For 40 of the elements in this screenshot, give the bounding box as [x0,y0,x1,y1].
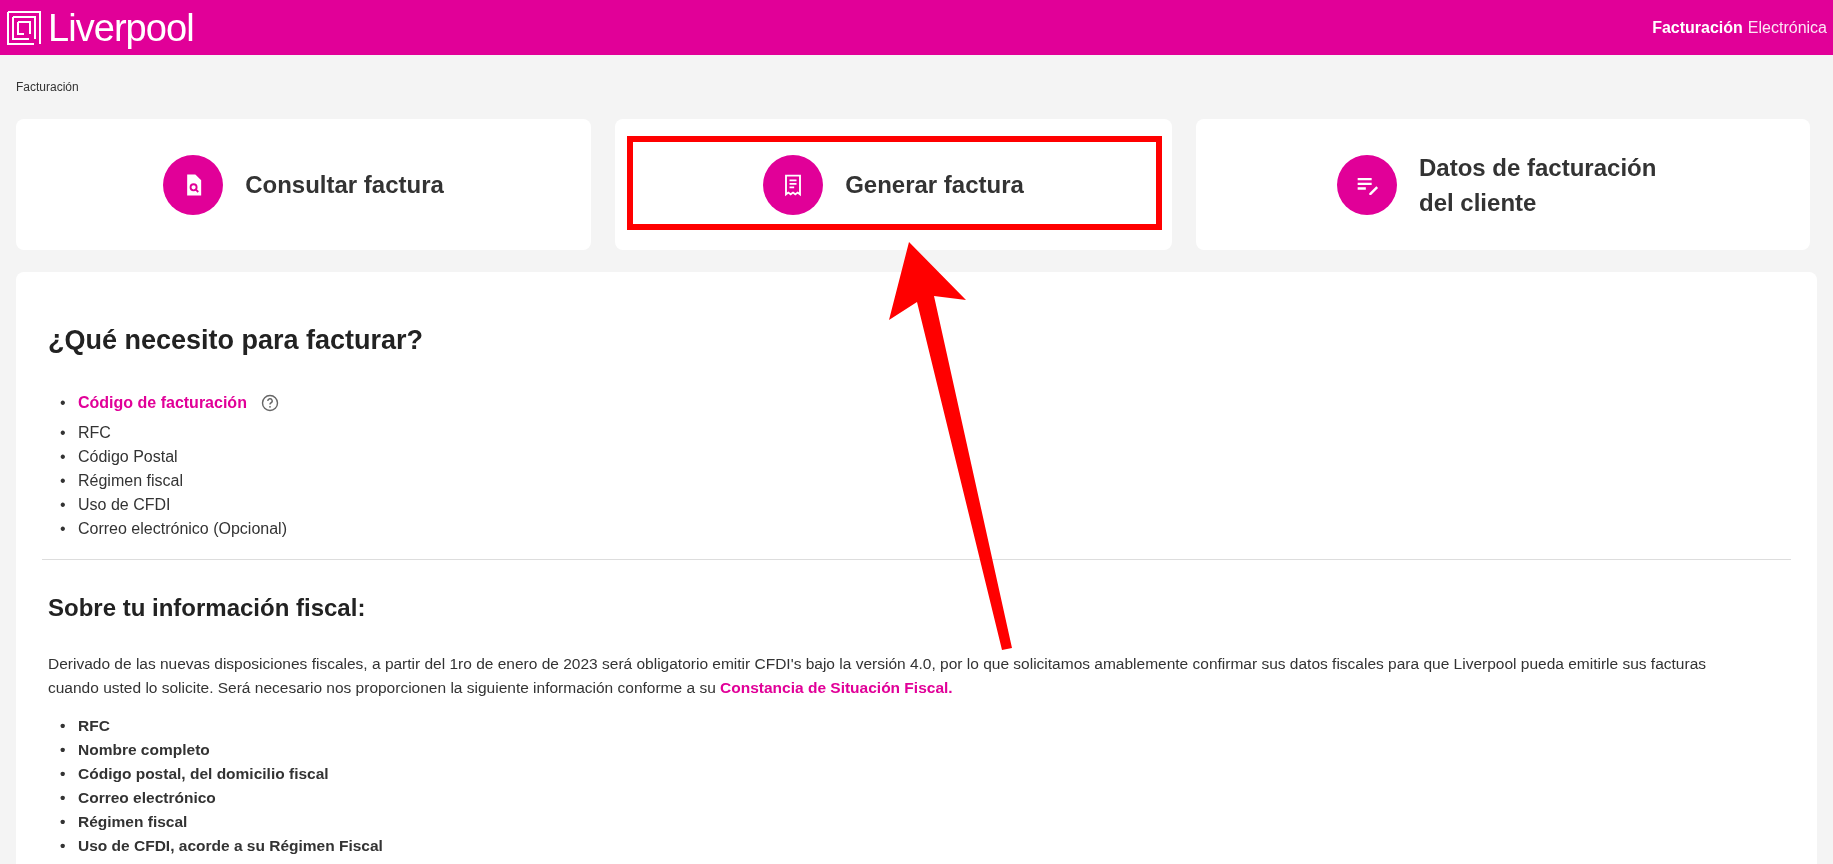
list-item: Uso de CFDI, acorde a su Régimen Fiscal [78,835,383,856]
bullet: • [60,392,67,413]
list-item: Código Postal [78,446,178,467]
bullet: • [60,787,67,808]
list-item: RFC [78,715,110,736]
list-item: Nombre completo [78,739,210,760]
link[interactable]: Código de facturación [78,390,247,415]
list-item: RFC [78,422,111,443]
bullet: • [60,763,67,784]
bullet: • [60,446,67,467]
section-heading: Sobre tu información fiscal: [48,592,367,623]
help-icon[interactable] [260,393,279,412]
bullet: • [60,422,67,443]
option-card[interactable]: Consultar factura [16,119,591,250]
list-item: Código postal, del domicilio fiscal [78,763,329,784]
option-card[interactable]: Generar factura [615,119,1172,250]
bullet: • [60,715,67,736]
section-heading: ¿Qué necesito para facturar? [48,324,425,357]
bullet: • [60,835,67,856]
card-label: Datos de facturación del cliente [1419,152,1658,218]
option-card[interactable]: Datos de facturación del cliente [1196,119,1810,250]
bullet: • [60,494,67,515]
logo-text: Liverpool [48,8,194,47]
list-item: Uso de CFDI [78,494,171,515]
bullet: • [60,470,67,491]
logo-icon [6,9,42,46]
breadcrumb[interactable]: Facturación [16,55,1817,119]
list-item: Correo electrónico (Opcional) [78,518,287,539]
link[interactable]: Constancia de Situación Fiscal. [720,678,953,696]
bullet: • [60,518,67,539]
header-subtitle: Electrónica [1747,17,1827,38]
header-title: Facturación [1652,17,1743,38]
list-item: Régimen fiscal [78,470,183,491]
card-label: Generar factura [845,170,1024,200]
paragraph: Derivado de las nuevas disposiciones fiscales, a partir del 1ro de enero de 2023 será obligatorio emitir CFDI's bajo la versión 4.0, por lo que solicitamos amablemente confirmar sus datos fiscales para que Liverpool pueda emitirle sus facturas cuando usted lo solicite. Será necesario nos proporcionen la siguiente información conforme a su Constancia de Situación Fiscal. [48,653,1707,698]
list-item: Correo electrónico [78,787,216,808]
card-label: Consultar factura [245,170,444,200]
bullet: • [60,811,67,832]
list-item: Régimen fiscal [78,811,188,832]
bullet: • [60,739,67,760]
